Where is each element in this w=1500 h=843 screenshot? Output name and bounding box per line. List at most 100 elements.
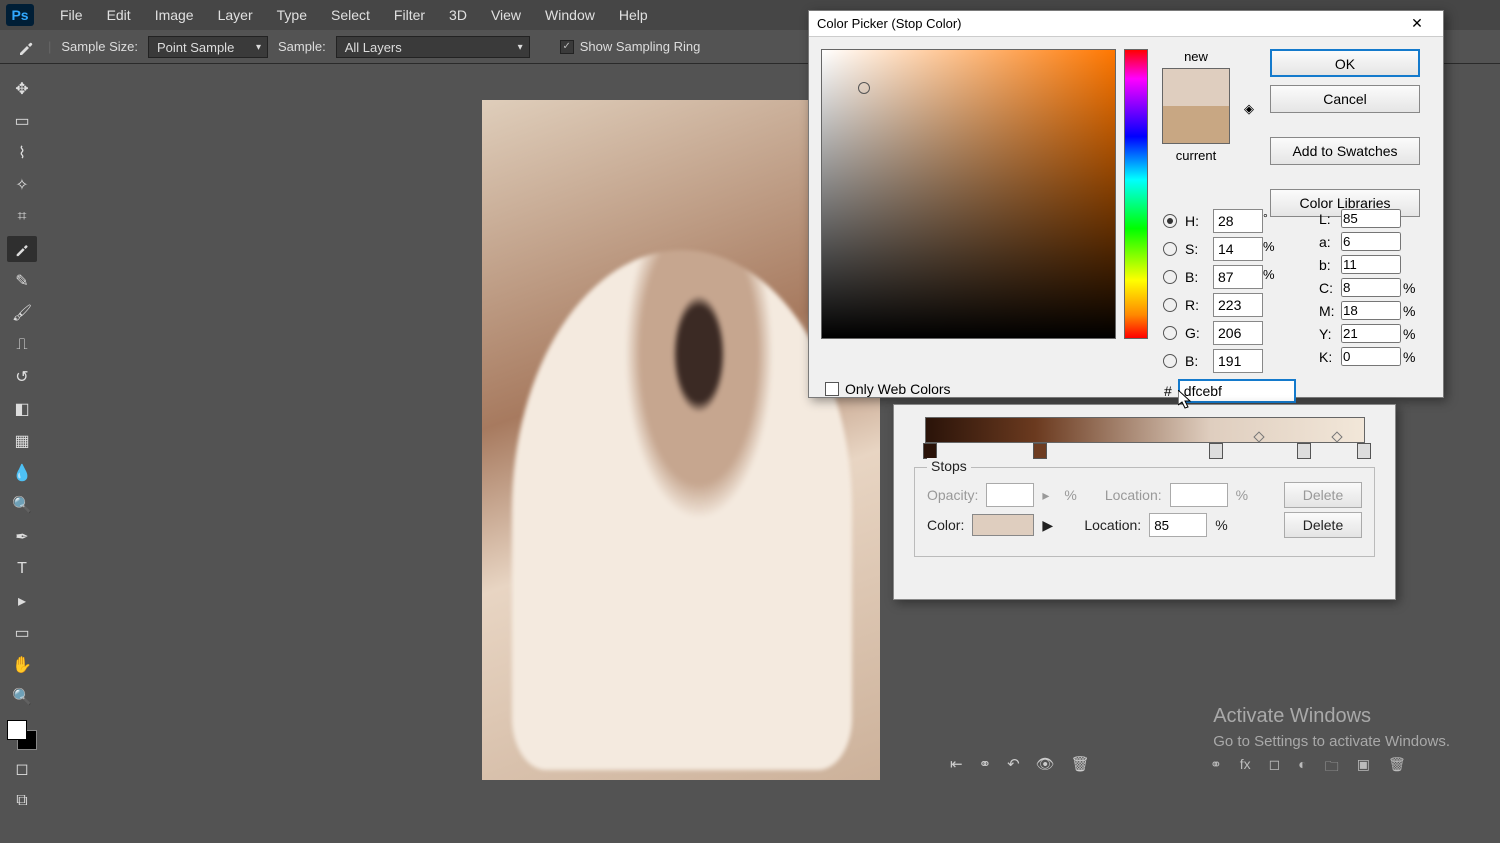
- menu-window[interactable]: Window: [533, 7, 607, 23]
- field-a[interactable]: [1341, 232, 1401, 251]
- show-sampling-ring-checkbox[interactable]: ✓: [560, 40, 574, 54]
- stops-group: Stops Opacity: ▸ % Location: % Delete Co…: [914, 467, 1375, 557]
- move-tool-icon[interactable]: ✥: [7, 76, 37, 102]
- gamut-warning-icon[interactable]: ◈: [1244, 101, 1260, 115]
- field-h[interactable]: [1213, 209, 1263, 233]
- marquee-tool-icon[interactable]: ▭: [7, 108, 37, 134]
- gradient-tool-icon[interactable]: ▦: [7, 428, 37, 454]
- radio-g[interactable]: [1163, 326, 1177, 340]
- path-select-tool-icon[interactable]: ▸: [7, 588, 37, 614]
- field-blue[interactable]: [1213, 349, 1263, 373]
- menu-file[interactable]: File: [48, 7, 95, 23]
- color-swatches[interactable]: [7, 720, 37, 750]
- color-marker[interactable]: [858, 82, 870, 94]
- delete-layer-icon[interactable]: 🗑: [1388, 756, 1406, 780]
- gradient-stop[interactable]: [1357, 443, 1371, 459]
- brush-tool-icon[interactable]: 🖌: [7, 300, 37, 326]
- eraser-tool-icon[interactable]: ◧: [7, 396, 37, 422]
- crop-tool-icon[interactable]: ⌗: [7, 204, 37, 230]
- sample-size-label: Sample Size:: [61, 39, 138, 54]
- type-tool-icon[interactable]: T: [7, 556, 37, 582]
- field-c[interactable]: [1341, 278, 1401, 297]
- radio-h[interactable]: [1163, 214, 1177, 228]
- foreground-color-swatch[interactable]: [7, 720, 27, 740]
- gradient-preview-bar[interactable]: [925, 417, 1365, 443]
- field-b[interactable]: [1213, 265, 1263, 289]
- menu-select[interactable]: Select: [319, 7, 382, 23]
- document-footer-icons: ⇤ ⚭ ↶ 👁 🗑: [950, 752, 1130, 776]
- undo-icon[interactable]: ↶: [1007, 755, 1020, 773]
- cancel-button[interactable]: Cancel: [1270, 85, 1420, 113]
- blur-tool-icon[interactable]: 💧: [7, 460, 37, 486]
- menu-image[interactable]: Image: [143, 7, 206, 23]
- gradient-stop[interactable]: [1033, 443, 1047, 459]
- sat-val-plane[interactable]: [821, 49, 1116, 339]
- hue-slider[interactable]: [1124, 49, 1148, 339]
- gradient-stop[interactable]: [1209, 443, 1223, 459]
- field-s[interactable]: [1213, 237, 1263, 261]
- align-icon[interactable]: ⇤: [950, 755, 963, 773]
- lasso-tool-icon[interactable]: ⌇: [7, 140, 37, 166]
- color-stop-play-icon[interactable]: ▶: [1042, 517, 1056, 534]
- sample-size-dropdown[interactable]: Point Sample: [148, 36, 268, 58]
- menu-layer[interactable]: Layer: [206, 7, 265, 23]
- shape-tool-icon[interactable]: ▭: [7, 620, 37, 646]
- add-to-swatches-button[interactable]: Add to Swatches: [1270, 137, 1420, 165]
- ok-button[interactable]: OK: [1270, 49, 1420, 77]
- field-m[interactable]: [1341, 301, 1401, 320]
- zoom-tool-icon[interactable]: 🔍: [7, 684, 37, 710]
- menu-type[interactable]: Type: [265, 7, 319, 23]
- adjustment-icon[interactable]: ◐: [1298, 756, 1306, 780]
- menu-edit[interactable]: Edit: [95, 7, 143, 23]
- pen-tool-icon[interactable]: ✒: [7, 524, 37, 550]
- color-stop-swatch[interactable]: [972, 514, 1034, 536]
- sample-layers-label: Sample:: [278, 39, 326, 54]
- history-brush-tool-icon[interactable]: ↺: [7, 364, 37, 390]
- hand-tool-icon[interactable]: ✋: [7, 652, 37, 678]
- field-y[interactable]: [1341, 324, 1401, 343]
- close-icon[interactable]: ✕: [1399, 15, 1435, 32]
- menu-filter[interactable]: Filter: [382, 7, 437, 23]
- quickmask-icon[interactable]: ◻: [7, 756, 37, 782]
- gradient-stops-row[interactable]: [925, 443, 1365, 463]
- field-l[interactable]: [1341, 209, 1401, 228]
- app-logo: Ps: [6, 4, 34, 26]
- field-r[interactable]: [1213, 293, 1263, 317]
- screenmode-icon[interactable]: ⧉: [7, 788, 37, 814]
- link-icon[interactable]: ⚭: [979, 755, 992, 773]
- link-layers-icon[interactable]: ⚭: [1210, 756, 1222, 780]
- field-k[interactable]: [1341, 347, 1401, 366]
- radio-b[interactable]: [1163, 270, 1177, 284]
- group-icon[interactable]: 🗀: [1325, 756, 1339, 780]
- field-lab-b[interactable]: [1341, 255, 1401, 274]
- visibility-icon[interactable]: 👁: [1036, 755, 1055, 773]
- stops-legend: Stops: [927, 458, 971, 474]
- eyedropper-tool-icon[interactable]: [14, 35, 38, 59]
- sample-layers-dropdown[interactable]: All Layers: [336, 36, 530, 58]
- color-delete-button[interactable]: Delete: [1284, 512, 1362, 538]
- gradient-stop[interactable]: [1297, 443, 1311, 459]
- menu-3d[interactable]: 3D: [437, 7, 479, 23]
- eyedropper-tool-icon[interactable]: [7, 236, 37, 262]
- new-layer-icon[interactable]: ▣: [1357, 756, 1370, 780]
- stamp-tool-icon[interactable]: ⎍: [7, 332, 37, 358]
- dodge-tool-icon[interactable]: 🔍: [7, 492, 37, 518]
- menu-view[interactable]: View: [479, 7, 533, 23]
- only-web-colors-label: Only Web Colors: [845, 381, 951, 397]
- only-web-colors-checkbox[interactable]: [825, 382, 839, 396]
- radio-r[interactable]: [1163, 298, 1177, 312]
- trash-icon[interactable]: 🗑: [1071, 755, 1090, 773]
- fx-icon[interactable]: fx: [1240, 756, 1251, 780]
- field-g[interactable]: [1213, 321, 1263, 345]
- dialog-title: Color Picker (Stop Color): [817, 16, 962, 31]
- magic-wand-tool-icon[interactable]: ✧: [7, 172, 37, 198]
- spot-heal-tool-icon[interactable]: ✎: [7, 268, 37, 294]
- radio-bb[interactable]: [1163, 354, 1177, 368]
- radio-s[interactable]: [1163, 242, 1177, 256]
- menu-help[interactable]: Help: [607, 7, 660, 23]
- dialog-titlebar[interactable]: Color Picker (Stop Color) ✕: [809, 11, 1443, 37]
- mask-icon[interactable]: ◻: [1269, 756, 1281, 780]
- color-location-field[interactable]: [1149, 513, 1207, 537]
- gradient-stop[interactable]: [923, 443, 937, 459]
- hex-field[interactable]: [1178, 379, 1296, 403]
